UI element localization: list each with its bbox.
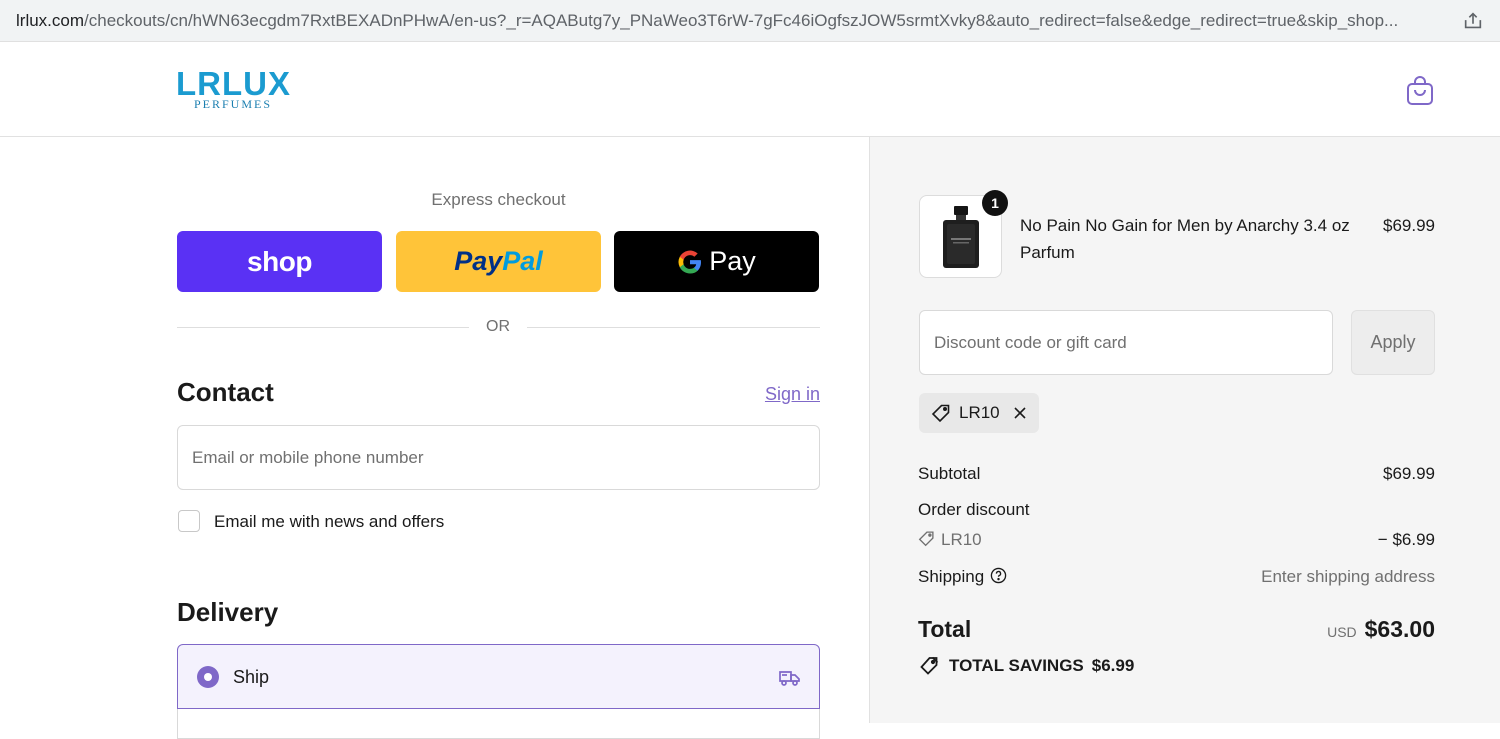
ship-radio[interactable] [197,666,219,688]
discount-value: − $6.99 [1377,530,1435,549]
url-text[interactable]: lrlux.com/checkouts/cn/hWN63ecgdm7RxtBEX… [16,11,1456,31]
delivery-heading: Delivery [177,597,279,627]
discount-field[interactable] [919,310,1333,375]
perfume-bottle-image [943,206,979,268]
tag-icon [918,531,934,547]
shop-pay-button[interactable]: shop [177,231,382,292]
express-checkout-label: Express checkout [431,190,566,209]
paypal-label-2: Pal [502,246,543,276]
apply-discount-button[interactable]: Apply [1351,310,1435,375]
email-input[interactable] [192,426,819,489]
brand-logo[interactable]: LRLUX PERFUMES [176,65,316,113]
tag-icon [931,404,950,423]
contact-heading: Contact [177,377,274,407]
site-header: LRLUX PERFUMES [0,42,1500,137]
divider-right [527,327,820,328]
share-icon[interactable] [1462,10,1484,32]
product-price: $69.99 [1383,216,1435,235]
total-savings-value: $6.99 [1091,656,1135,675]
applied-discount-chip: LR10 [919,393,1039,433]
discount-input[interactable] [934,311,1332,374]
total-savings-label: TOTAL SAVINGS [949,656,1084,675]
savings-tag-icon [920,656,939,675]
brand-subtitle: PERFUMES [194,97,273,111]
shipping-label: Shipping [918,567,985,586]
total-savings-row: TOTAL SAVINGS $6.99 [918,655,1134,677]
google-pay-label: Pay [709,246,756,276]
news-offers-checkbox[interactable] [178,510,200,532]
google-pay-button[interactable]: Pay [614,231,819,292]
quantity-badge: 1 [982,190,1008,216]
order-discount-label: Order discount [918,500,1030,519]
remove-discount-icon[interactable] [1012,405,1028,421]
or-divider-text: OR [486,318,510,335]
shop-pay-label: shop [247,245,312,277]
help-circle-icon[interactable] [990,567,1007,584]
discount-code-row: LR10 [918,530,982,550]
sign-in-link[interactable]: Sign in [740,384,820,405]
currency-code: USD [1327,624,1357,640]
email-field[interactable] [177,425,820,490]
pickup-option[interactable] [177,709,820,739]
paypal-button[interactable]: Pay Pal [396,231,601,292]
browser-url-bar[interactable]: lrlux.com/checkouts/cn/hWN63ecgdm7RxtBEX… [0,0,1500,42]
news-offers-label: Email me with news and offers [214,512,445,531]
brand-name: LRLUX [176,65,291,102]
total-value: $63.00 [1364,616,1435,642]
ship-option[interactable]: Ship [177,644,820,709]
ship-label: Ship [233,667,270,687]
shopping-bag-icon[interactable] [1405,75,1435,107]
discount-code-text: LR10 [941,530,982,549]
applied-discount-code: LR10 [959,403,1000,422]
subtotal-value: $69.99 [1383,464,1435,483]
product-name: No Pain No Gain for Men by Anarchy 3.4 o… [1020,216,1350,262]
total-value-row: USD $63.00 [1200,616,1435,643]
paypal-label-1: Pay [454,246,503,276]
truck-icon [779,671,800,686]
google-g-icon [678,250,702,273]
divider-left [177,327,469,328]
shipping-value: Enter shipping address [1261,567,1435,586]
total-label: Total [918,616,972,642]
subtotal-label: Subtotal [918,464,981,483]
shipping-row: Shipping [918,567,1007,587]
